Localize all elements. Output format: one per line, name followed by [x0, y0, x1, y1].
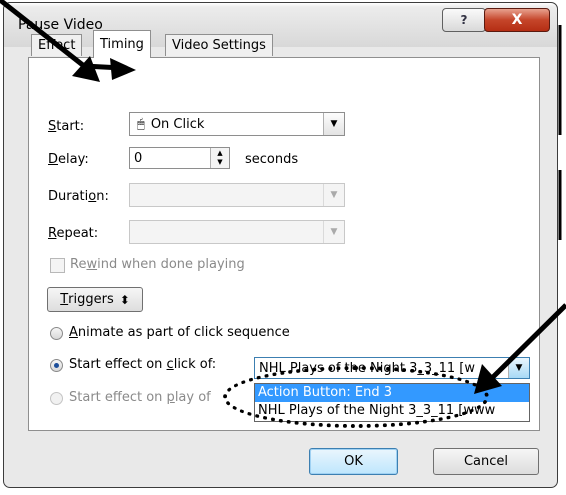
tab-timing[interactable]: Timing [93, 30, 151, 58]
ok-button[interactable]: OK [309, 448, 398, 475]
close-button[interactable]: X [484, 8, 550, 32]
triggers-key: T [60, 292, 69, 307]
mouse-click-icon: 🖱 [137, 116, 145, 132]
chevron-down-icon: ▼ [323, 184, 344, 206]
duration-dropdown[interactable]: ▼ [129, 183, 345, 207]
delay-unit: seconds [245, 152, 299, 167]
annotation-ellipse [223, 366, 489, 428]
delay-label: Delay: [48, 152, 89, 167]
start-value: On Click [150, 116, 205, 132]
help-button[interactable]: ? [442, 8, 486, 32]
start-on-play-label: Start effect on play of [69, 390, 211, 405]
tab-timing-label: Timing [100, 37, 144, 52]
cancel-button[interactable]: Cancel [433, 448, 539, 475]
start-dropdown[interactable]: 🖱 On Click ▼ [129, 112, 345, 136]
dialog-title: Pause Video [18, 17, 103, 33]
triggers-button[interactable]: Triggers ⬍ [47, 287, 143, 312]
tab-video-settings[interactable]: Video Settings [165, 34, 273, 56]
delay-value: 0 [134, 150, 143, 166]
start-on-play-radio[interactable] [50, 392, 63, 405]
repeat-dropdown[interactable]: ▼ [129, 220, 345, 244]
start-label: Start: [48, 119, 85, 134]
delay-input[interactable]: 0 ▲ ▼ [129, 147, 230, 169]
animate-radio[interactable] [50, 327, 63, 340]
spinner-icon[interactable]: ▲ ▼ [210, 148, 229, 168]
duration-label: Duration: [48, 189, 109, 204]
help-icon: ? [460, 13, 468, 27]
rewind-checkbox[interactable] [50, 258, 65, 273]
start-on-click-radio[interactable] [50, 359, 63, 372]
chevron-down-icon: ▼ [323, 221, 344, 243]
start-on-click-label: Start effect on click of: [69, 357, 217, 372]
expand-icon: ⬍ [119, 292, 130, 307]
tab-effect-label: Effect [38, 38, 76, 53]
cancel-label: Cancel [463, 454, 509, 469]
animate-label: Animate as part of click sequence [69, 325, 290, 340]
chevron-down-icon[interactable]: ▼ [508, 358, 529, 378]
close-icon: X [511, 12, 523, 28]
rewind-label: Rewind when done playing [70, 257, 245, 272]
tab-effect[interactable]: Effect [31, 34, 83, 56]
tab-video-settings-label: Video Settings [172, 38, 266, 53]
ok-label: OK [344, 454, 363, 469]
chevron-down-icon[interactable]: ▼ [323, 113, 344, 135]
repeat-label: Repeat: [48, 226, 99, 241]
triggers-label: riggers [68, 292, 114, 307]
